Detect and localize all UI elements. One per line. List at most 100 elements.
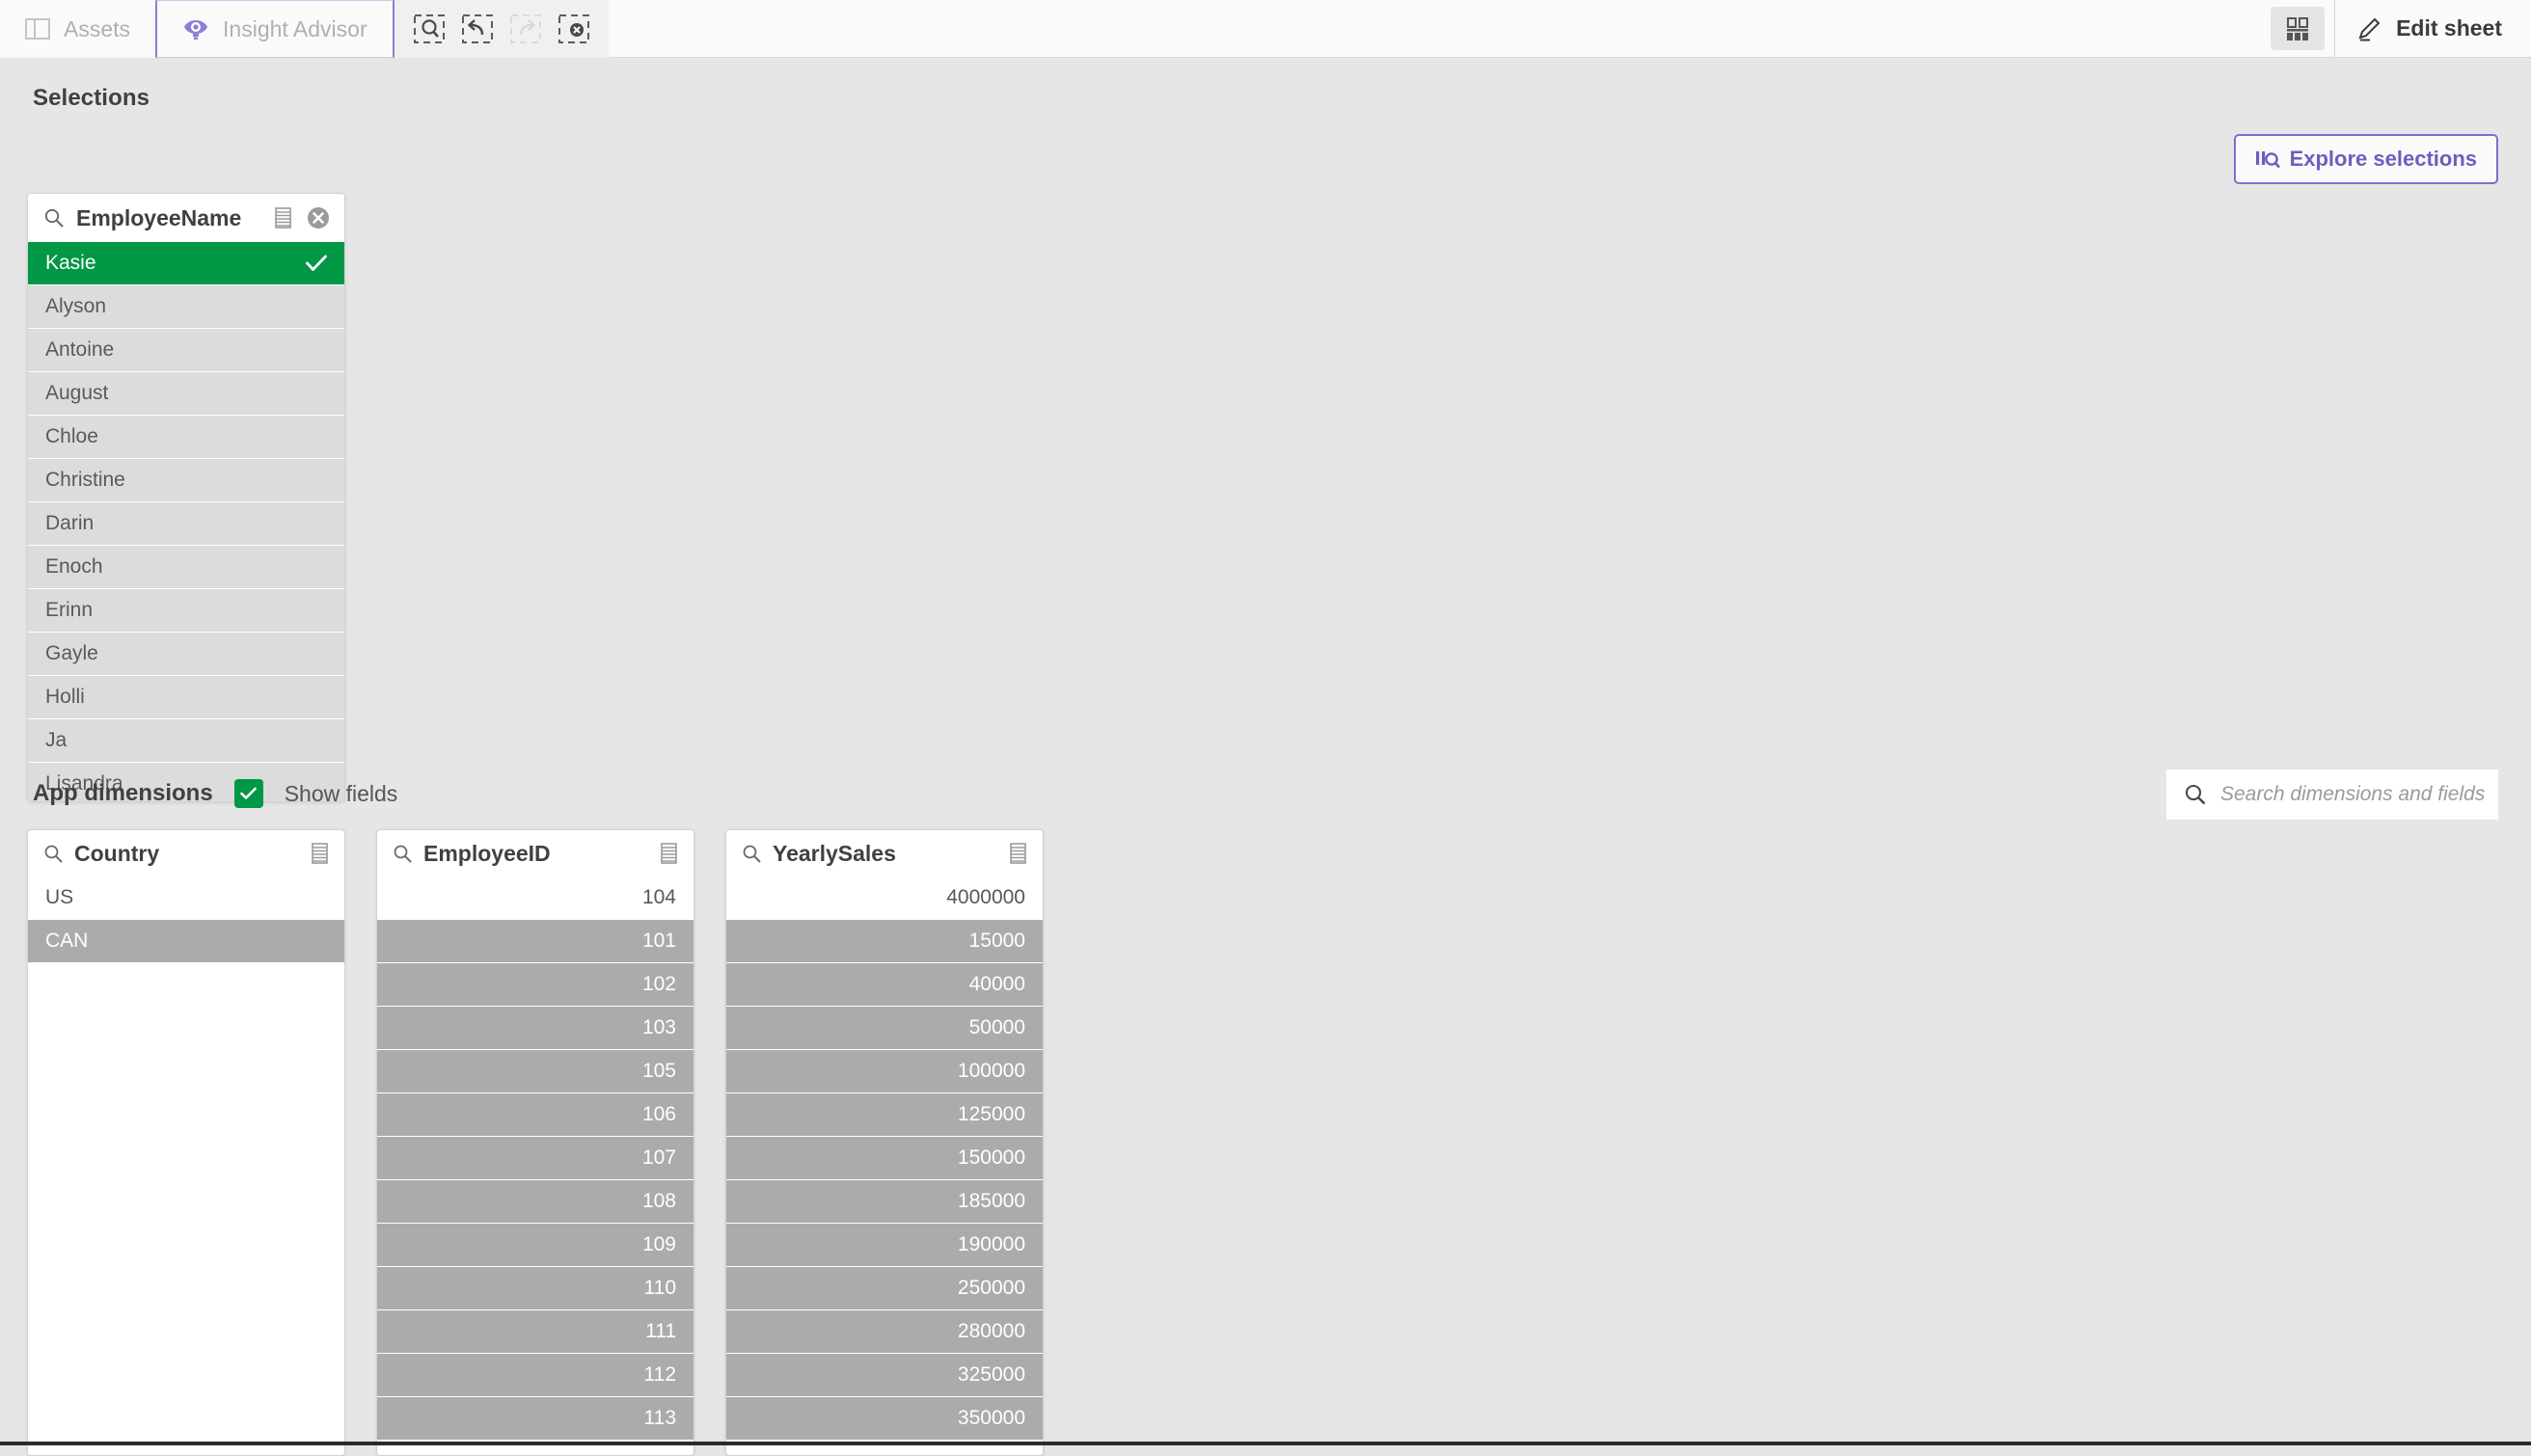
- selection-value-row[interactable]: Enoch: [28, 546, 344, 589]
- dimension-value-row[interactable]: 108: [377, 1180, 694, 1224]
- dimension-value-label: 103: [642, 1016, 676, 1039]
- dimension-value-row[interactable]: 50000: [726, 1007, 1043, 1050]
- dimension-card-header[interactable]: YearlySales: [726, 830, 1043, 876]
- selection-value-row[interactable]: Chloe: [28, 416, 344, 459]
- dimension-value-row[interactable]: 107: [377, 1137, 694, 1180]
- search-icon[interactable]: [43, 844, 64, 864]
- dimension-value-label: 250000: [958, 1277, 1025, 1300]
- selection-value-row[interactable]: Antoine: [28, 329, 344, 372]
- dimension-field-name: Country: [74, 841, 299, 867]
- dimension-value-row[interactable]: 325000: [726, 1354, 1043, 1397]
- dimension-value-label: 111: [645, 1320, 676, 1343]
- dimension-value-label: 150000: [958, 1146, 1025, 1170]
- search-icon[interactable]: [393, 844, 413, 864]
- tab-insight-advisor[interactable]: Insight Advisor: [155, 0, 395, 58]
- list-view-icon[interactable]: [273, 206, 294, 229]
- selection-value-row[interactable]: Ja: [28, 719, 344, 763]
- dimension-value-row[interactable]: 109: [377, 1224, 694, 1267]
- dimension-value-label: 106: [642, 1103, 676, 1126]
- dimension-card-header[interactable]: EmployeeID: [377, 830, 694, 876]
- selections-title: Selections: [33, 85, 150, 112]
- dimension-value-row[interactable]: 102: [377, 963, 694, 1007]
- top-toolbar: Assets Insight Advisor: [0, 0, 2531, 58]
- dimension-value-label: 125000: [958, 1103, 1025, 1126]
- dimension-value-row[interactable]: 150000: [726, 1137, 1043, 1180]
- dimension-value-label: 110: [644, 1277, 676, 1300]
- dimension-card-list: CountryUS CAN EmployeeID104101 102 103 105 106…: [0, 808, 2531, 1456]
- selection-value-row[interactable]: Holli: [28, 676, 344, 719]
- dimension-value-row[interactable]: 111: [377, 1310, 694, 1354]
- dimension-value-label: 102: [642, 973, 676, 996]
- selection-value-label: Chloe: [45, 425, 327, 448]
- selection-value-row[interactable]: Erinn: [28, 589, 344, 633]
- dimension-value-row[interactable]: 112: [377, 1354, 694, 1397]
- dimension-value-label: 50000: [969, 1016, 1025, 1039]
- dimension-value-row[interactable]: 250000: [726, 1267, 1043, 1310]
- dimension-card: EmployeeID104101 102 103 105 106 107 108 109 110…: [376, 829, 694, 1456]
- selections-section: Selections Explore selections EmployeeNa…: [0, 58, 2531, 112]
- list-view-icon[interactable]: [1008, 842, 1029, 865]
- dimension-value-label: 107: [642, 1146, 676, 1170]
- clear-all-selections-tool[interactable]: [553, 10, 595, 48]
- search-icon[interactable]: [43, 207, 65, 229]
- dimension-value-row[interactable]: 101: [377, 920, 694, 963]
- insight-bulb-icon: [182, 15, 209, 42]
- dimension-value-row[interactable]: 106: [377, 1093, 694, 1137]
- tab-insight-advisor-label: Insight Advisor: [223, 16, 367, 42]
- dimension-value-row[interactable]: 113: [377, 1397, 694, 1441]
- tab-assets[interactable]: Assets: [0, 0, 155, 58]
- explore-selections-label: Explore selections: [2290, 147, 2477, 172]
- dimension-value-row[interactable]: 185000: [726, 1180, 1043, 1224]
- dimension-value-row[interactable]: 4000000: [726, 876, 1043, 920]
- selection-value-row[interactable]: Alyson: [28, 285, 344, 329]
- list-view-icon[interactable]: [659, 842, 680, 865]
- dimension-search-input[interactable]: [2220, 783, 2485, 806]
- selection-search-tool[interactable]: [408, 10, 450, 48]
- dimension-value-row[interactable]: 100000: [726, 1050, 1043, 1093]
- dimension-value-row[interactable]: 190000: [726, 1224, 1043, 1267]
- horizontal-scrollbar[interactable]: [0, 1442, 2531, 1445]
- selection-value-label: Antoine: [45, 338, 327, 362]
- dimension-value-row[interactable]: 40000: [726, 963, 1043, 1007]
- toolbar-divider: [2334, 0, 2335, 57]
- selections-header: Selections: [0, 58, 2531, 112]
- dimension-value-row[interactable]: 280000: [726, 1310, 1043, 1354]
- show-fields-checkbox[interactable]: [234, 779, 263, 808]
- selection-value-label: Alyson: [45, 295, 327, 318]
- dimension-search-box[interactable]: [2166, 769, 2498, 820]
- selection-card-employeename: EmployeeName: [27, 193, 345, 802]
- search-icon[interactable]: [742, 844, 762, 864]
- selection-value-row[interactable]: Gayle: [28, 633, 344, 676]
- dimension-value-row[interactable]: US: [28, 876, 344, 920]
- selection-value-row[interactable]: August: [28, 372, 344, 416]
- selection-card-header[interactable]: EmployeeName: [28, 194, 344, 242]
- dimension-card: YearlySales40000001500040000 50000 100000 1…: [725, 829, 1044, 1456]
- dimension-value-label: 109: [642, 1233, 676, 1256]
- dimension-value-row[interactable]: 110: [377, 1267, 694, 1310]
- selection-value-row[interactable]: Christine: [28, 459, 344, 502]
- dimension-value-row[interactable]: CAN: [28, 920, 344, 963]
- explore-selections-icon: [2255, 148, 2280, 171]
- selection-value-row[interactable]: Kasie: [28, 242, 344, 285]
- clear-circle-icon[interactable]: [306, 205, 331, 230]
- dimension-value-label: 350000: [958, 1407, 1025, 1430]
- dimension-value-row[interactable]: 15000: [726, 920, 1043, 963]
- dimension-value-label: US: [45, 886, 73, 909]
- selection-value-list[interactable]: Kasie Alyson Antoine August Chloe Christine Da…: [28, 242, 344, 802]
- dimension-card-header[interactable]: Country: [28, 830, 344, 876]
- dimension-value-row[interactable]: 125000: [726, 1093, 1043, 1137]
- step-back-tool[interactable]: [456, 10, 499, 48]
- selection-value-label: Erinn: [45, 599, 327, 622]
- selection-value-label: Kasie: [45, 252, 306, 275]
- dimension-value-row[interactable]: 103: [377, 1007, 694, 1050]
- dimension-value-row[interactable]: 104: [377, 876, 694, 920]
- selection-value-label: Darin: [45, 512, 327, 535]
- selection-value-row[interactable]: Darin: [28, 502, 344, 546]
- search-icon: [2184, 783, 2207, 806]
- dimension-value-row[interactable]: 350000: [726, 1397, 1043, 1441]
- explore-selections-button[interactable]: Explore selections: [2234, 134, 2498, 184]
- sheet-grid-icon[interactable]: [2271, 7, 2325, 50]
- edit-sheet-button[interactable]: Edit sheet: [2345, 0, 2531, 57]
- list-view-icon[interactable]: [310, 842, 331, 865]
- dimension-value-row[interactable]: 105: [377, 1050, 694, 1093]
